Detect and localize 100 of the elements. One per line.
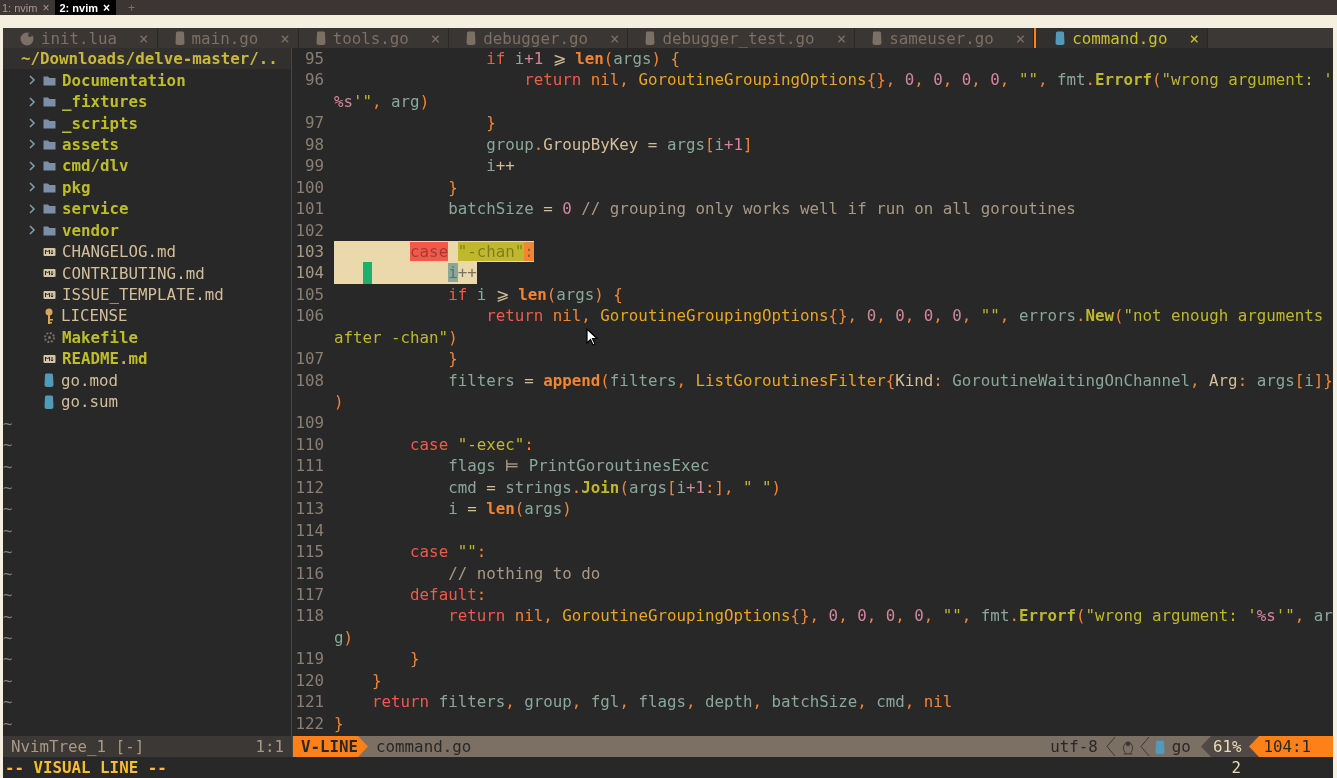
code-line: return nil, GoroutineGroupingOptions{}, 0, 0, 0, 0, "", errors.New("not enough arguments (485, 305, 1324, 327)
code-line: after -chan") (334, 326, 458, 349)
empty-line-marker: ~ (3, 692, 13, 712)
mouse-pointer-icon (586, 328, 598, 346)
file-type: go (1171, 737, 1191, 756)
code-line: if i+1 ⩾ len(args) { (485, 48, 680, 70)
folder-icon (43, 160, 56, 172)
line-number: 105 (294, 283, 325, 306)
line-number: 101 (294, 198, 325, 220)
code-line: default: (409, 583, 487, 606)
empty-line-marker: ~ (3, 670, 13, 690)
tab-label: command.go (1072, 28, 1168, 48)
folder-name[interactable]: Documentation (62, 70, 186, 90)
folder-name[interactable]: cmd/dlv (62, 156, 129, 176)
line-number: 110 (294, 433, 325, 456)
markdown-icon (43, 246, 56, 257)
empty-line-marker: ~ (3, 649, 13, 669)
empty-line-marker: ~ (3, 563, 13, 583)
empty-line-marker: ~ (3, 499, 13, 519)
file-name[interactable]: README.md (62, 349, 148, 369)
folder-name[interactable]: assets (62, 134, 120, 154)
code-line: } (485, 112, 496, 134)
markdown-icon (43, 353, 56, 364)
terminal-tab[interactable]: 2: nvim × (55, 0, 116, 15)
line-number: 117 (294, 583, 325, 606)
file-name[interactable]: ISSUE_TEMPLATE.md (62, 285, 224, 305)
separator-chevron-icon (1139, 736, 1150, 757)
line-number: 109 (294, 412, 325, 434)
code-line: %s'", arg) (334, 90, 430, 113)
key-icon (43, 306, 55, 325)
close-button[interactable]: × (103, 0, 110, 15)
line-number: 103 (294, 240, 325, 263)
folder-name[interactable]: _scripts (62, 113, 139, 133)
buffer-tab[interactable]: command.go × (1034, 28, 1208, 48)
line-number: 118 (294, 605, 325, 627)
powerline-arrow-icon (358, 736, 369, 757)
close-button[interactable]: × (1189, 28, 1199, 48)
code-line: flags ⊨ PrintGoroutinesExec (447, 455, 710, 477)
folder-name[interactable]: pkg (62, 177, 91, 197)
folder-name[interactable]: service (62, 199, 129, 219)
file-name[interactable]: LICENSE (61, 306, 128, 326)
code-line: g) (334, 626, 354, 649)
folder-icon (43, 181, 56, 193)
line-number: 102 (294, 219, 325, 241)
line-number: 106 (294, 305, 325, 327)
folder-name[interactable]: _fixtures (62, 92, 148, 112)
code-line: // nothing to do (447, 562, 601, 584)
folder-icon (43, 138, 56, 150)
empty-line-marker: ~ (3, 628, 13, 648)
line-number: 108 (294, 369, 325, 391)
tab-label: tools.go (332, 28, 409, 48)
line-number: 97 (303, 112, 325, 134)
line-number: 111 (294, 455, 325, 477)
code-line: cmd = strings.Join(args[i+1:], " ") (447, 476, 782, 499)
file-name[interactable]: CONTRIBUTING.md (62, 263, 205, 283)
file-name[interactable]: Makefile (62, 327, 139, 347)
markdown-icon (43, 289, 56, 300)
terminal-tab[interactable]: 1: nvim × (0, 0, 56, 15)
line-number: 113 (294, 498, 325, 520)
code-line: i = len(args) (447, 498, 572, 520)
buffer-name: NvimTree_1 [-] (11, 737, 145, 756)
line-number: 122 (294, 712, 325, 734)
folder-name[interactable]: vendor (62, 220, 120, 240)
file-name[interactable]: go.sum (61, 392, 119, 412)
empty-line-marker: ~ (3, 477, 13, 497)
code-line: filters = append(filters, ListGoroutinesFilter{Kind: GoroutineWaitingOnChannel, Arg: args[i]} (447, 369, 1333, 391)
code-line: group.GroupByKey = args[i+1] (485, 133, 753, 156)
tab-label: init.lua (41, 28, 118, 48)
close-button[interactable]: × (42, 0, 50, 15)
tab-label: debugger.go (483, 28, 588, 48)
code-line: return nil, GoroutineGroupingOptions{}, 0, 0, 0, 0, "", fmt.Errorf("wrong argument: ' (523, 69, 1333, 91)
line-number: 98 (303, 133, 325, 156)
folder-icon (43, 96, 56, 108)
line-number: 120 (294, 669, 325, 692)
cursor-position: 1:1 (255, 737, 284, 756)
tree-root-path[interactable]: ~/Downloads/delve-master/.. (3, 48, 291, 70)
selection-count: 2 (1231, 758, 1241, 777)
line-number: 116 (294, 562, 325, 584)
empty-line-marker: ~ (3, 456, 13, 476)
code-line: case "-exec": (409, 433, 534, 456)
line-number: 107 (294, 348, 325, 370)
folder-icon (43, 117, 56, 129)
folder-icon (43, 203, 56, 215)
code-line: case "": (409, 541, 487, 563)
line-number: 115 (294, 541, 325, 563)
empty-line-marker: ~ (3, 435, 13, 455)
empty-line-marker: ~ (3, 713, 13, 733)
line-number: 119 (294, 648, 325, 670)
code-line: batchSize = 0 // grouping only works well if run on all goroutines (447, 198, 1076, 220)
file-name[interactable]: go.mod (61, 370, 119, 390)
line-number: 112 (294, 476, 325, 499)
code-line: if i ⩾ len(args) { (447, 283, 623, 306)
file-name[interactable]: CHANGELOG.md (62, 242, 177, 262)
code-line: } (409, 648, 420, 670)
code-line: } (447, 176, 458, 199)
folder-icon (43, 224, 56, 236)
folder-icon (43, 74, 56, 86)
empty-line-marker: ~ (3, 520, 13, 540)
gear-icon (43, 330, 56, 344)
empty-line-marker: ~ (3, 606, 13, 626)
